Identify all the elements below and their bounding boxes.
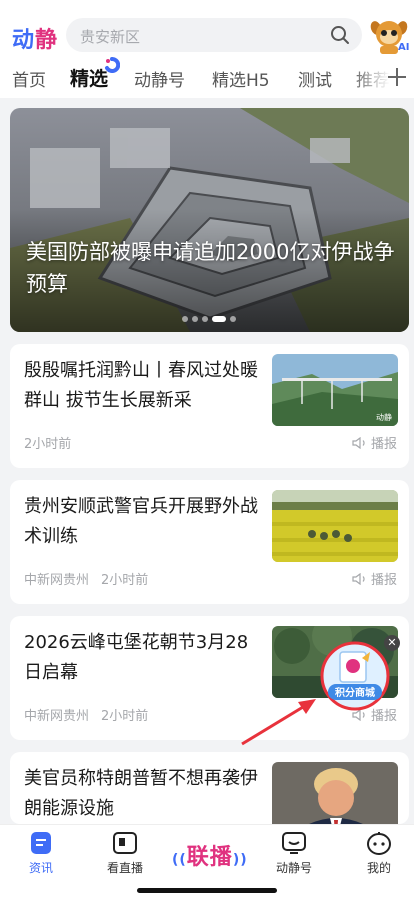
news-time: 2小时前 <box>101 709 149 724</box>
nav-live[interactable]: 看直播 <box>90 831 160 876</box>
thumb-watermark: 动静 <box>376 412 392 422</box>
audio-broadcast-button[interactable]: 播报 <box>352 569 397 588</box>
nav-news[interactable]: 资讯 <box>6 831 76 876</box>
nav-label-profile: 我的 <box>366 861 391 875</box>
home-indicator[interactable] <box>137 888 277 893</box>
play-label: 播报 <box>370 573 397 588</box>
news-time: 2小时前 <box>24 437 72 452</box>
top-header: 动静 贵安新区 AI 首页 精选 动静号 精选H5 测试 推荐 <box>0 0 414 98</box>
nav-dongjing-account[interactable]: 动静号 <box>259 831 329 876</box>
news-thumbnail[interactable]: 动静 <box>272 354 398 426</box>
annotation-arrow-icon <box>241 699 316 746</box>
news-source: 中新网贵州 <box>24 709 90 724</box>
lianbo-label: 联播 <box>186 845 233 870</box>
news-title[interactable]: 2026云峰屯堡花朝节3月28日启幕 <box>24 628 264 688</box>
news-title[interactable]: 殷殷嘱托润黔山丨春风过处暖群山 拔节生长展新采 <box>24 356 264 416</box>
lianbo-logo[interactable]: ((联播)) <box>172 839 248 871</box>
pagination-dot <box>192 316 198 322</box>
news-thumbnail[interactable] <box>272 762 398 824</box>
play-label: 播报 <box>370 437 397 452</box>
search-bar[interactable]: 贵安新区 <box>66 18 362 52</box>
news-title[interactable]: 美官员称特朗普暂不想再袭伊朗能源设施 <box>24 764 264 824</box>
tab-home[interactable]: 首页 <box>12 66 46 91</box>
nav-label-news: 资讯 <box>28 861 53 875</box>
news-card[interactable]: 贵州安顺武警官兵开展野外战术训练 中新网贵州 2小时前 播报 <box>10 480 409 604</box>
chat-icon <box>282 832 306 854</box>
audio-broadcast-button[interactable]: 播报 <box>352 433 397 452</box>
news-title[interactable]: 贵州安顺武警官兵开展野外战术训练 <box>24 492 264 552</box>
news-meta: 2小时前 <box>24 433 83 452</box>
nav-profile[interactable]: 我的 <box>344 831 414 876</box>
logo-char-2: 静 <box>35 28 59 53</box>
points-mall-widget[interactable]: 积分商城 <box>318 640 392 712</box>
banner-headline[interactable]: 美国防部被曝申请追加2000亿对伊战争预算 <box>26 236 396 300</box>
tab-dongjing-account[interactable]: 动静号 <box>134 66 185 91</box>
tab-fade-overlay <box>350 60 390 94</box>
ai-badge: AI <box>398 42 409 53</box>
news-source: 中新网贵州 <box>24 573 90 588</box>
news-thumbnail[interactable] <box>272 490 398 562</box>
close-icon[interactable]: ✕ <box>384 635 400 651</box>
news-card[interactable]: 殷殷嘱托润黔山丨春风过处暖群山 拔节生长展新采 动静 2小时前 播报 <box>10 344 409 468</box>
search-placeholder: 贵安新区 <box>80 28 141 46</box>
speaker-icon <box>352 573 365 585</box>
tab-test[interactable]: 测试 <box>298 66 332 91</box>
signal-right-icon: )) <box>232 852 248 868</box>
pagination-dot-active <box>212 316 226 322</box>
pagination-dot <box>202 316 208 322</box>
signal-left-icon: (( <box>172 852 187 868</box>
headline-banner[interactable]: 美国防部被曝申请追加2000亿对伊战争预算 <box>10 108 409 332</box>
profile-icon <box>367 832 391 855</box>
app-logo[interactable]: 动静 <box>12 22 58 54</box>
pagination-dot <box>182 316 188 322</box>
news-meta: 中新网贵州 2小时前 <box>24 569 160 588</box>
points-mall-label: 积分商城 <box>335 686 375 699</box>
tab-featured-h5[interactable]: 精选H5 <box>212 66 270 91</box>
ai-assistant-icon[interactable]: AI <box>368 14 410 56</box>
logo-char-1: 动 <box>12 28 36 53</box>
search-icon[interactable] <box>330 25 350 45</box>
nav-label-dongjing: 动静号 <box>275 861 312 875</box>
news-card[interactable]: 美官员称特朗普暂不想再袭伊朗能源设施 <box>10 752 409 824</box>
tab-featured[interactable]: 精选 <box>70 64 108 91</box>
news-meta: 中新网贵州 2小时前 <box>24 705 160 724</box>
add-channel-icon[interactable] <box>386 66 408 88</box>
speaker-icon <box>352 437 365 449</box>
nav-label-live: 看直播 <box>106 861 143 875</box>
tv-icon <box>113 832 137 854</box>
news-time: 2小时前 <box>101 573 149 588</box>
news-icon <box>31 832 51 854</box>
tab-update-badge-icon <box>105 57 120 73</box>
pagination-dot <box>230 316 236 322</box>
